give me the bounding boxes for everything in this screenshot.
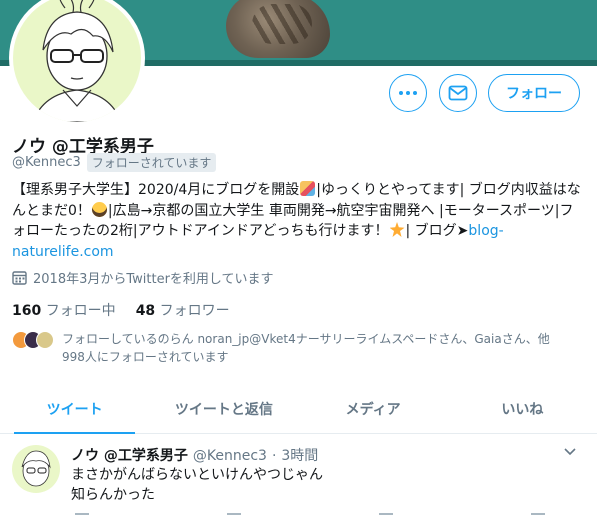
following-count: 160 [12, 303, 42, 319]
followers-count: 48 [135, 303, 156, 319]
envelope-icon [448, 85, 468, 101]
tweet-text: まさかがんばらないといけんやつじゃん 知らんかった [71, 467, 323, 503]
scream-emoji-icon [91, 201, 107, 217]
profile-handle[interactable]: @Kennec3 [12, 155, 81, 170]
bio-text-1: 【理系男子大学生】2020/4月にブログを開設 [12, 182, 300, 198]
tweet-author-handle[interactable]: @Kennec3 [193, 448, 267, 464]
chevron-down-icon[interactable] [563, 447, 577, 457]
tweet-item[interactable]: ノウ @工学系男子 @Kennec3 · 3時間 まさかがんばらないといけんやつ… [0, 435, 597, 517]
joined-date: 2018年3月からTwitterを利用しています [12, 268, 274, 287]
follower-avatar [36, 331, 54, 349]
more-dots-icon [399, 91, 417, 95]
star-emoji-icon [389, 222, 405, 237]
profile-bio: 【理系男子大学生】2020/4月にブログを開設 |ゆっくりとやってます| ブログ内… [12, 180, 582, 262]
followed-by-section[interactable]: フォローしているのらん noran_jp@Vket4ナーサリーライムスペードさん… [12, 330, 592, 366]
profile-handle-line: @Kennec3 フォローされています [12, 153, 217, 172]
follow-button[interactable]: フォロー [488, 74, 580, 112]
tweet-header: ノウ @工学系男子 @Kennec3 · 3時間 [71, 445, 318, 465]
party-popper-emoji-icon [300, 181, 316, 196]
follower-avatars [12, 331, 54, 366]
followers-label: フォロワー [159, 303, 230, 319]
bio-text-4: | ブログ➤ [405, 223, 469, 239]
tweet-actions [75, 513, 545, 517]
follow-counts: 160 フォロー中 48 フォロワー [12, 300, 230, 320]
following-label: フォロー中 [45, 303, 116, 319]
follows-you-badge: フォローされています [86, 153, 217, 172]
tab-tweets[interactable]: ツイート [0, 384, 149, 434]
tab-media[interactable]: メディア [299, 384, 448, 433]
joined-text: 2018年3月からTwitterを利用しています [33, 272, 274, 287]
profile-tabs: ツイート ツイートと返信 メディア いいね [0, 384, 597, 434]
following-link[interactable]: 160 フォロー中 [12, 300, 116, 320]
retweet-icon[interactable] [227, 513, 241, 517]
tweet-separator: · [271, 448, 277, 464]
profile-avatar[interactable] [9, 0, 145, 126]
share-icon[interactable] [531, 513, 545, 517]
tab-tweets-and-replies[interactable]: ツイートと返信 [149, 384, 298, 433]
like-icon[interactable] [379, 513, 393, 517]
tweet-timestamp[interactable]: 3時間 [281, 445, 318, 465]
tweet-author-name[interactable]: ノウ @工学系男子 [71, 445, 188, 465]
reply-icon[interactable] [75, 513, 89, 517]
followed-by-text: フォローしているのらん noran_jp@Vket4ナーサリーライムスペードさん… [62, 332, 550, 364]
message-button[interactable] [439, 74, 477, 112]
tweet-avatar[interactable] [12, 445, 60, 493]
followers-link[interactable]: 48 フォロワー [136, 300, 230, 320]
avatar-illustration [13, 0, 141, 122]
banner-cat-image [226, 0, 330, 58]
tab-likes[interactable]: いいね [448, 384, 597, 433]
more-button[interactable] [389, 74, 427, 112]
calendar-icon [12, 271, 27, 285]
